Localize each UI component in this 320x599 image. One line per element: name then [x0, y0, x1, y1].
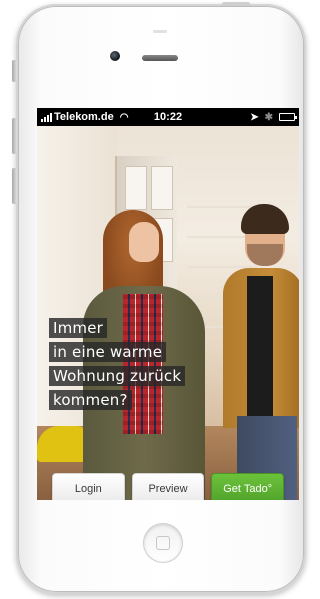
home-button[interactable] — [143, 523, 183, 563]
wifi-icon: ◠ — [119, 111, 129, 123]
location-arrow-icon: ➤ — [250, 111, 259, 123]
signal-icon — [41, 112, 52, 122]
app-screen: Telekom.de ◠ 10:22 ➤ ✱ Immer in eine war… — [37, 108, 299, 500]
front-camera — [110, 51, 120, 61]
get-tado-button[interactable]: Get Tado° — [211, 473, 285, 500]
bluetooth-icon: ✱ — [264, 111, 273, 123]
yellow-bag — [37, 426, 87, 462]
man-hair — [241, 204, 289, 234]
woman-face — [129, 222, 159, 262]
headline-line: Wohnung zurück — [49, 366, 186, 386]
mute-switch — [12, 60, 17, 82]
carrier-name: Telekom.de — [54, 111, 114, 123]
home-square-icon — [156, 536, 170, 550]
man-shirt — [247, 276, 273, 416]
hero-photo: Immer in eine warme Wohnung zurück komme… — [37, 126, 299, 500]
earpiece-speaker — [142, 55, 178, 61]
preview-button[interactable]: Preview — [131, 473, 205, 500]
volume-up-button — [12, 118, 17, 154]
headline-line: Immer — [49, 318, 108, 338]
sleep-wake-button — [222, 2, 250, 6]
headline-line: kommen? — [49, 390, 132, 410]
status-bar: Telekom.de ◠ 10:22 ➤ ✱ — [37, 108, 299, 126]
action-buttons: Login Preview Get Tado° — [52, 473, 285, 500]
volume-down-button — [12, 168, 17, 204]
proximity-sensor — [153, 30, 167, 33]
battery-icon — [279, 113, 297, 121]
hero-headline: Immer in eine warme Wohnung zurück komme… — [49, 318, 186, 414]
headline-line: in eine warme — [49, 342, 167, 362]
login-button[interactable]: Login — [52, 473, 125, 500]
